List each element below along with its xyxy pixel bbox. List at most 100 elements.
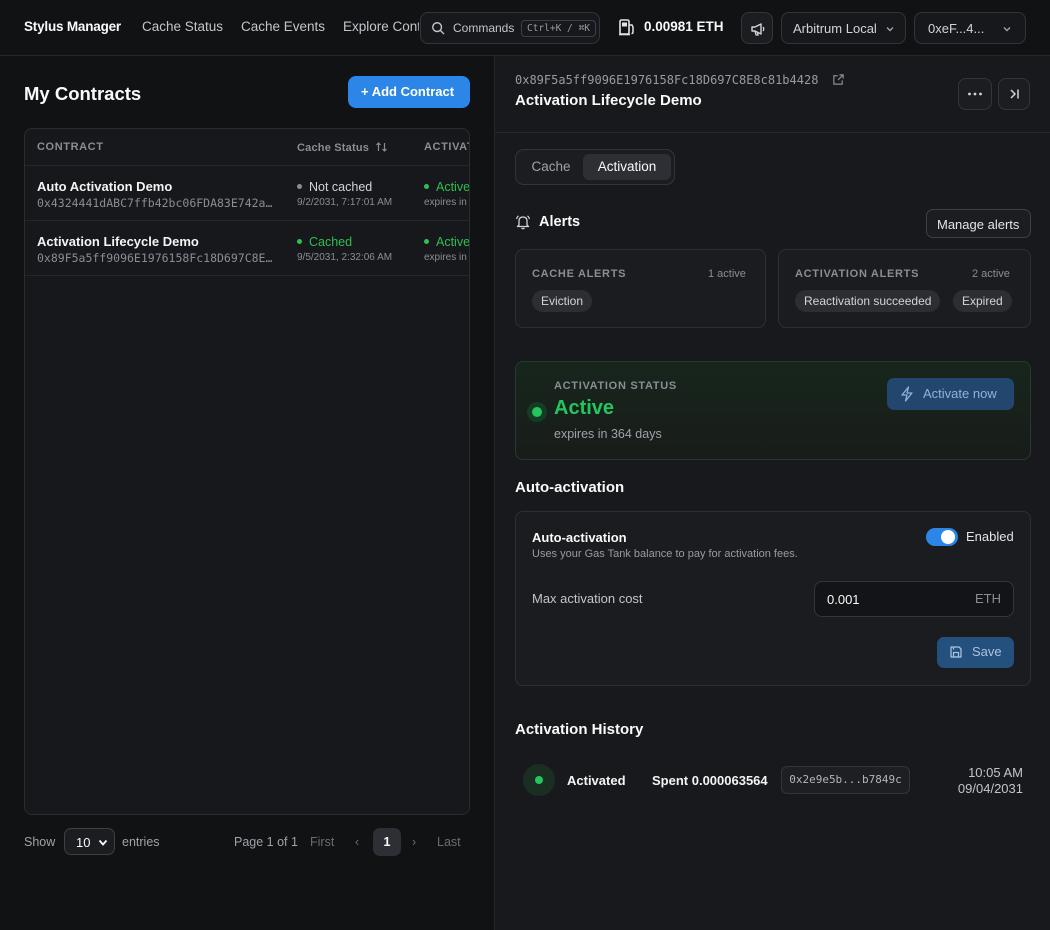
cache-alerts-card: CACHE ALERTS 1 active Eviction <box>515 249 766 328</box>
auto-activation-toggle[interactable] <box>926 528 958 546</box>
entries-select-value: 10 <box>76 835 91 850</box>
contract-title: Activation Lifecycle Demo <box>515 92 702 109</box>
auto-activation-description: Uses your Gas Tank balance to pay for ac… <box>532 548 798 560</box>
header-divider <box>495 132 1050 133</box>
account-select[interactable]: 0xeF...4... <box>914 12 1026 44</box>
tab-activation[interactable]: Activation <box>583 154 671 180</box>
history-date: 09/04/2031 <box>957 781 1023 796</box>
chevron-down-icon <box>886 27 894 32</box>
contract-name: Auto Activation Demo <box>37 179 173 194</box>
contract-detail-pane: 0x89F5a5ff9096E1976158Fc18D697C8E8c81b44… <box>494 56 1050 930</box>
table-row[interactable]: Auto Activation Demo 0x4324441dABC7ffb42… <box>25 166 469 221</box>
chevron-down-icon <box>98 839 108 846</box>
megaphone-icon <box>751 23 765 36</box>
max-cost-value: 0.001 <box>827 592 860 607</box>
contract-name: Activation Lifecycle Demo <box>37 234 199 249</box>
activation-status-value: Active <box>554 397 615 419</box>
activation-status-label: ACTIVATION STATUS <box>554 380 677 392</box>
status-dot <box>424 184 429 189</box>
commands-shortcut: Ctrl+K / ⌘K <box>521 20 596 37</box>
history-event: Activated <box>567 773 626 788</box>
last-page-button[interactable]: Last <box>437 835 461 849</box>
status-dot <box>297 239 302 244</box>
history-time: 10:05 AM <box>968 765 1023 780</box>
contract-address-text: 0x89F5a5ff9096E1976158Fc18D697C8E8c81b44… <box>515 73 819 87</box>
activation-expiry: expires in 364 days <box>554 427 662 441</box>
manage-alerts-button[interactable]: Manage alerts <box>926 209 1031 238</box>
add-contract-label: + Add Contract <box>361 84 455 99</box>
brand-logo[interactable]: Stylus Manager <box>24 19 121 34</box>
bell-icon <box>515 215 531 230</box>
announcements-button[interactable] <box>741 12 773 44</box>
max-cost-input[interactable]: 0.001 ETH <box>814 581 1014 617</box>
alert-chip-eviction: Eviction <box>532 290 593 312</box>
activation-text: Active <box>436 235 470 249</box>
activation-alerts-count: 2 active <box>972 268 1010 280</box>
activation-status-card: ACTIVATION STATUS Active expires in 364 … <box>515 361 1031 460</box>
alert-chip-expired: Expired <box>953 290 1012 312</box>
status-indicator <box>527 402 547 422</box>
nav-link-explore-contracts[interactable]: Explore Contracts <box>343 19 419 34</box>
network-select[interactable]: Arbitrum Local <box>781 12 906 44</box>
first-page-button[interactable]: First <box>310 835 334 849</box>
commands-search[interactable]: Commands Ctrl+K / ⌘K <box>420 12 600 44</box>
external-link-icon[interactable] <box>832 73 845 86</box>
close-panel-button[interactable] <box>998 78 1030 110</box>
contract-address: 0x4324441dABC7ffb42bc06FDA83E742a... <box>37 196 275 210</box>
contracts-table: CONTRACT Cache Status ACTIVATION Auto Ac… <box>24 128 470 815</box>
top-nav: Stylus Manager Cache Status Cache Events… <box>0 0 1050 56</box>
cache-alerts-count: 1 active <box>708 268 746 280</box>
column-cache-status[interactable]: Cache Status <box>297 141 388 154</box>
save-icon <box>950 646 962 658</box>
activate-now-label: Activate now <box>923 386 997 401</box>
cache-status-text: Cached <box>309 235 353 249</box>
max-cost-unit: ETH <box>975 591 1001 606</box>
save-button[interactable]: Save <box>937 637 1014 668</box>
cache-status-badge: Not cached <box>297 180 372 194</box>
nav-link-cache-events[interactable]: Cache Events <box>241 19 325 34</box>
chevron-down-icon <box>1003 27 1011 32</box>
cache-status-text: Not cached <box>309 180 373 194</box>
nav-link-cache-status[interactable]: Cache Status <box>142 19 223 34</box>
activation-expiry: expires in 364 days <box>424 197 469 208</box>
alerts-heading: Alerts <box>539 214 581 230</box>
entries-label: entries <box>122 835 160 849</box>
toggle-label: Enabled <box>966 529 1014 544</box>
auto-activation-title: Auto-activation <box>532 530 627 545</box>
entries-select[interactable]: 10 <box>64 828 115 855</box>
activate-now-button[interactable]: Activate now <box>887 378 1014 410</box>
show-label: Show <box>24 835 56 849</box>
activation-alerts-label: ACTIVATION ALERTS <box>795 268 920 280</box>
cache-alerts-label: CACHE ALERTS <box>532 268 627 280</box>
column-contract: CONTRACT <box>37 141 104 153</box>
add-contract-button[interactable]: + Add Contract <box>348 76 470 108</box>
fuel-pump-icon <box>619 19 634 36</box>
account-select-value: 0xeF...4... <box>928 21 985 36</box>
page-1-button[interactable]: 1 <box>373 828 401 856</box>
cache-status-date: 9/5/2031, 2:32:06 AM <box>297 252 393 263</box>
tab-cache[interactable]: Cache <box>520 154 582 180</box>
alert-chip-reactivation-succeeded: Reactivation succeeded <box>795 290 941 312</box>
network-select-value: Arbitrum Local <box>793 21 877 36</box>
next-page-button[interactable]: › <box>412 835 416 849</box>
table-row[interactable]: Activation Lifecycle Demo 0x89F5a5ff9096… <box>25 221 470 276</box>
table-header: CONTRACT Cache Status ACTIVATION <box>25 129 469 166</box>
cache-status-date: 9/2/2031, 7:17:01 AM <box>297 197 393 208</box>
auto-activation-heading: Auto-activation <box>515 479 625 496</box>
pagination: Show 10 entries Page 1 of 1 First ‹ 1 › … <box>24 828 470 856</box>
page-info: Page 1 of 1 <box>234 835 298 849</box>
status-dot <box>424 239 429 244</box>
commands-label: Commands <box>453 21 515 35</box>
contract-address: 0x89F5a5ff9096E1976158Fc18D697C8E8c81b44… <box>515 73 845 87</box>
prev-page-button[interactable]: ‹ <box>355 835 359 849</box>
collapse-panel-icon <box>1010 89 1019 99</box>
activation-expiry: expires in 364 days <box>424 252 469 263</box>
status-dot <box>297 184 302 189</box>
cache-status-badge: Cached <box>297 235 352 249</box>
column-activation: ACTIVATION <box>424 141 469 153</box>
tx-hash-chip[interactable]: 0x2e9e5b...b7849c <box>781 766 910 794</box>
more-horizontal-icon <box>968 92 982 96</box>
more-options-button[interactable] <box>958 78 992 110</box>
history-spent: Spent 0.000063564 <box>652 773 768 788</box>
column-cache-status-label: Cache Status <box>297 142 370 154</box>
